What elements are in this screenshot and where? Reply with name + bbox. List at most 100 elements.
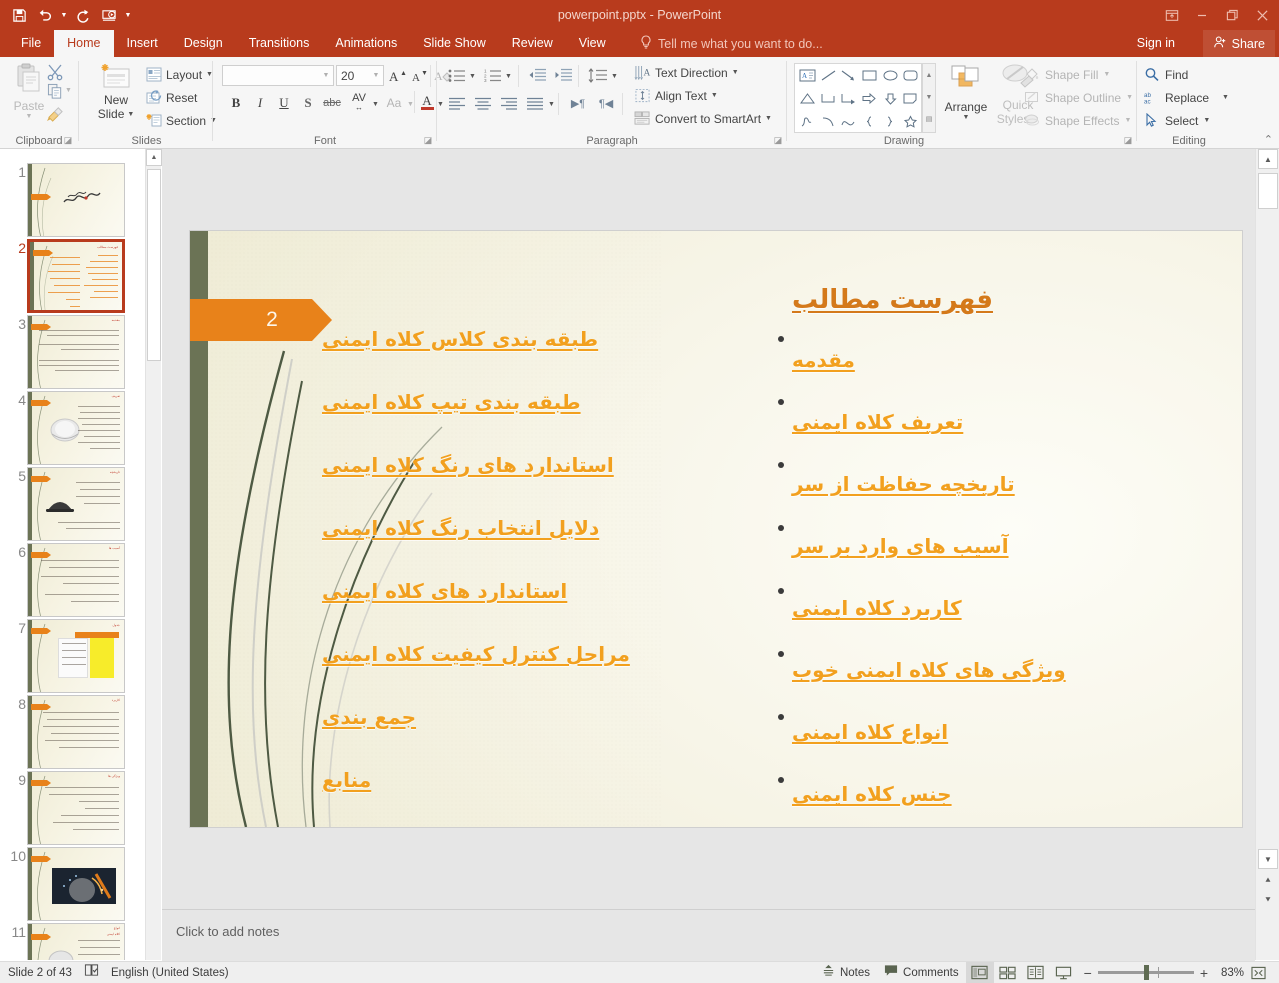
- shape-outline-button[interactable]: Shape Outline ▼: [1024, 90, 1133, 105]
- convert-to-smartart-dropdown-icon[interactable]: ▼: [765, 115, 772, 122]
- paragraph-dialog-launcher[interactable]: ◪: [772, 134, 784, 146]
- zoom-in-button[interactable]: +: [1200, 968, 1208, 978]
- thumbnail-scrollbar-thumb[interactable]: [147, 169, 161, 361]
- numbering-dropdown-icon[interactable]: ▼: [505, 73, 512, 80]
- close-icon[interactable]: [1247, 2, 1277, 28]
- line-spacing-button[interactable]: [586, 65, 610, 85]
- shapes-scroll-up-icon[interactable]: ▲: [923, 64, 935, 86]
- shape-rounded-rectangle-icon[interactable]: [900, 65, 921, 87]
- toc-item[interactable]: دلایل انتخاب رنگ کلاه ایمنی: [322, 496, 762, 559]
- comments-button[interactable]: Comments: [877, 962, 966, 983]
- slide-thumbnail-5[interactable]: 5 تاریخچه: [0, 467, 145, 543]
- arrange-dropdown-icon[interactable]: ▼: [940, 114, 992, 121]
- zoom-slider[interactable]: − +: [1078, 968, 1214, 978]
- italic-button[interactable]: I: [250, 93, 270, 113]
- tab-insert[interactable]: Insert: [114, 30, 171, 57]
- bullets-button[interactable]: [446, 65, 468, 85]
- font-color-button[interactable]: A: [418, 91, 436, 113]
- tell-me-search[interactable]: Tell me what you want to do...: [640, 30, 823, 57]
- next-slide-button[interactable]: ⯆: [1258, 891, 1278, 909]
- shape-curve-icon[interactable]: [838, 111, 859, 133]
- bold-button[interactable]: B: [226, 93, 246, 113]
- format-painter-button[interactable]: [46, 105, 65, 127]
- toc-item[interactable]: جمع بندی: [322, 685, 762, 748]
- shape-scribble-icon[interactable]: [797, 111, 818, 133]
- font-name-input[interactable]: ▼: [222, 65, 334, 86]
- align-text-dropdown-icon[interactable]: ▼: [711, 92, 718, 99]
- slide-thumbnail-6[interactable]: 6 آسیب ها: [0, 543, 145, 619]
- shape-textbox-icon[interactable]: A: [797, 65, 818, 87]
- align-text-button[interactable]: Align Text ▼: [634, 88, 718, 103]
- slide-heading[interactable]: فهرست مطالب: [792, 271, 1232, 329]
- align-right-button[interactable]: [498, 93, 520, 113]
- notes-button[interactable]: Notes: [815, 962, 877, 983]
- find-button[interactable]: Find: [1144, 67, 1188, 82]
- paste-dropdown-icon[interactable]: ▼: [26, 113, 33, 120]
- slide-thumbnail-preview[interactable]: مقدمه: [27, 315, 125, 389]
- tab-transitions[interactable]: Transitions: [236, 30, 323, 57]
- shapes-gallery-scrollbar[interactable]: ▲ ▼ ▤: [922, 63, 936, 133]
- shape-outline-dropdown-icon[interactable]: ▼: [1126, 94, 1133, 101]
- section-button[interactable]: Section ▼: [146, 113, 217, 128]
- strikethrough-button[interactable]: abc: [320, 93, 344, 113]
- tab-animations[interactable]: Animations: [322, 30, 410, 57]
- replace-button[interactable]: abac Replace ▼: [1144, 90, 1229, 105]
- zoom-thumb[interactable]: [1144, 965, 1149, 980]
- shape-elbow-arrow-icon[interactable]: [838, 88, 859, 110]
- toc-item[interactable]: ویژگی های کلاه ایمنی خوب: [792, 639, 1232, 701]
- toc-item[interactable]: استاندارد های کلاه ایمنی: [322, 559, 762, 622]
- slide-thumbnail-2[interactable]: 2 فهرست مطالب: [0, 239, 145, 315]
- copy-button[interactable]: [47, 83, 64, 105]
- shape-line-icon[interactable]: [818, 65, 839, 87]
- slide-show-button[interactable]: [1050, 962, 1078, 983]
- toc-item[interactable]: آسیب های وارد بر سر: [792, 515, 1232, 577]
- minimize-icon[interactable]: [1187, 2, 1217, 28]
- toc-item[interactable]: تعریف کلاه ایمنی: [792, 391, 1232, 453]
- toc-item[interactable]: طبقه بندی تیپ کلاه ایمنی: [322, 370, 762, 433]
- toc-item[interactable]: تاریخچه حفاظت از سر: [792, 453, 1232, 515]
- slide-sorter-button[interactable]: [994, 962, 1022, 983]
- toc-item[interactable]: کاربرد کلاه ایمنی: [792, 577, 1232, 639]
- shape-effects-button[interactable]: Shape Effects ▼: [1024, 113, 1131, 128]
- shape-folded-corner-icon[interactable]: [900, 88, 921, 110]
- reset-button[interactable]: Reset: [146, 90, 197, 105]
- change-case-button[interactable]: Aa: [382, 93, 406, 113]
- shape-triangle-icon[interactable]: [797, 88, 818, 110]
- shape-arrow-icon[interactable]: [838, 65, 859, 87]
- bullets-dropdown-icon[interactable]: ▼: [469, 73, 476, 80]
- toc-item[interactable]: استاندارد های رنگ کلاه ایمنی: [322, 433, 762, 496]
- tab-view[interactable]: View: [566, 30, 619, 57]
- tab-home[interactable]: Home: [54, 30, 113, 57]
- line-spacing-dropdown-icon[interactable]: ▼: [611, 73, 618, 80]
- sign-in-button[interactable]: Sign in: [1137, 30, 1175, 57]
- rtl-button[interactable]: ¶◀: [594, 93, 618, 113]
- increase-font-size-button[interactable]: A: [388, 66, 408, 85]
- toc-item[interactable]: جنس کلاه ایمنی: [792, 763, 1232, 825]
- align-left-button[interactable]: [446, 93, 468, 113]
- change-case-dropdown-icon[interactable]: ▼: [407, 101, 414, 108]
- collapse-ribbon-button[interactable]: ⌃: [1264, 133, 1273, 146]
- shape-right-brace-icon[interactable]: [880, 111, 901, 133]
- shape-star-icon[interactable]: [900, 111, 921, 133]
- toc-item[interactable]: انواع کلاه ایمنی: [792, 701, 1232, 763]
- align-center-button[interactable]: [472, 93, 494, 113]
- shape-elbow-connector-icon[interactable]: [818, 88, 839, 110]
- current-slide[interactable]: 2 فهرست مطالب مقدمه تعریف کلاه ایمنی تار…: [190, 231, 1242, 827]
- reading-view-button[interactable]: [1022, 962, 1050, 983]
- layout-button[interactable]: Layout ▼: [146, 67, 213, 82]
- underline-button[interactable]: U: [274, 93, 294, 113]
- slide-thumbnail-9[interactable]: 9 ویژگی ها: [0, 771, 145, 847]
- zoom-level[interactable]: 83%: [1214, 967, 1244, 979]
- thumbnail-scroll-up-icon[interactable]: ▲: [146, 149, 162, 166]
- spellcheck-icon[interactable]: [84, 963, 99, 982]
- tab-review[interactable]: Review: [499, 30, 566, 57]
- shape-right-arrow-icon[interactable]: [859, 88, 880, 110]
- shape-effects-dropdown-icon[interactable]: ▼: [1125, 117, 1132, 124]
- scroll-up-icon[interactable]: ▲: [1258, 149, 1278, 169]
- font-name-dropdown-icon[interactable]: ▼: [319, 72, 333, 79]
- toc-item[interactable]: مراحل کنترل کیفیت کلاه ایمنی: [322, 622, 762, 685]
- slide-thumbnail-7[interactable]: 7 جدول: [0, 619, 145, 695]
- previous-slide-button[interactable]: ⯅: [1258, 871, 1278, 889]
- slide-thumbnail-preview[interactable]: ویژگی ها: [27, 771, 125, 845]
- arrange-button[interactable]: Arrange ▼: [940, 63, 992, 121]
